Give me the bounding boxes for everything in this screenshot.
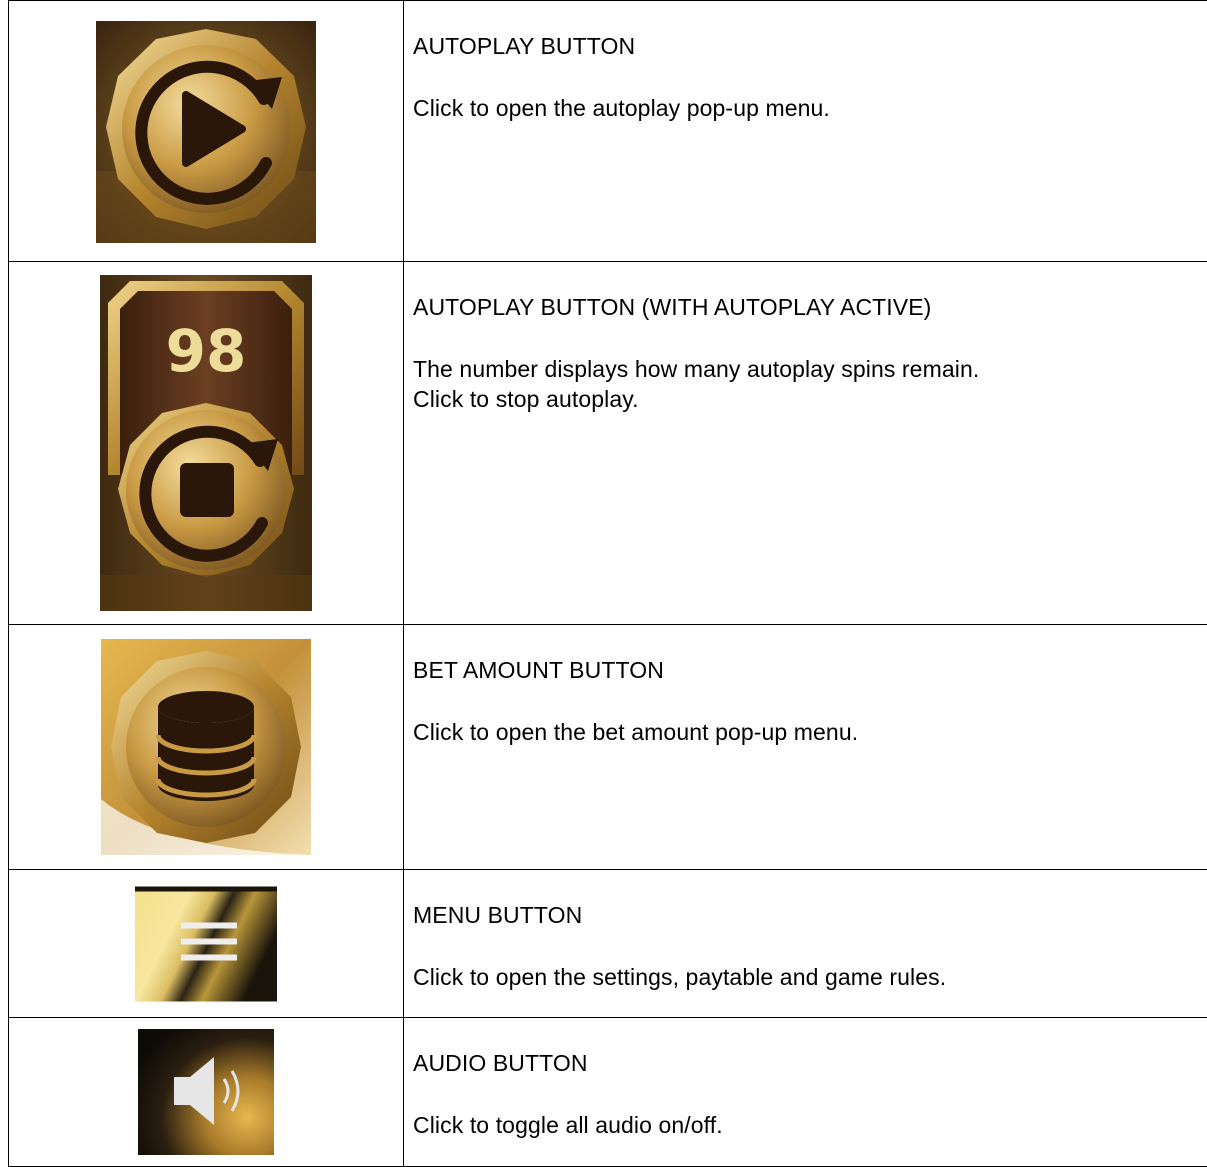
table-row-autoplay: AUTOPLAY BUTTON Click to open the autopl… [9, 1, 1207, 262]
table-row-autoplay-active: 98 AUTOPLAY BUTTON (WITH AUTOPLAY ACTIVE… [9, 262, 1207, 625]
row-description: Click to open the autoplay pop-up menu. [413, 93, 1207, 123]
row-title: AUTOPLAY BUTTON [413, 31, 1207, 61]
description-cell: AUTOPLAY BUTTON (WITH AUTOPLAY ACTIVE) T… [404, 262, 1207, 625]
image-cell [9, 1, 404, 262]
row-title: MENU BUTTON [413, 900, 1207, 930]
menu-icon [135, 886, 277, 1001]
description-cell: MENU BUTTON Click to open the settings, … [404, 870, 1207, 1018]
autoplay-active-button-image: 98 [100, 275, 312, 611]
row-title: AUTOPLAY BUTTON (WITH AUTOPLAY ACTIVE) [413, 292, 1207, 322]
bet-amount-button-image [101, 639, 311, 855]
button-reference-table: AUTOPLAY BUTTON Click to open the autopl… [8, 0, 1207, 1167]
image-cell: 98 [9, 262, 404, 625]
table-row-menu: MENU BUTTON Click to open the settings, … [9, 870, 1207, 1018]
autoplay-active-icon: 98 [100, 275, 312, 611]
row-description: Click to open the settings, paytable and… [413, 962, 1207, 992]
autoplay-button-image [96, 21, 316, 243]
autoplay-icon [96, 21, 316, 243]
autoplay-count-badge: 98 [166, 317, 247, 385]
image-cell [9, 625, 404, 870]
table-row-bet-amount: BET AMOUNT BUTTON Click to open the bet … [9, 625, 1207, 870]
row-description: The number displays how many autoplay sp… [413, 354, 1207, 414]
row-description: Click to open the bet amount pop-up menu… [413, 717, 1207, 747]
audio-button-image [138, 1029, 274, 1155]
audio-icon [138, 1029, 274, 1155]
bet-amount-icon [101, 639, 311, 855]
menu-button-image [135, 886, 277, 1001]
description-line: The number displays how many autoplay sp… [413, 354, 1207, 384]
row-description: Click to toggle all audio on/off. [413, 1110, 1207, 1140]
description-line: Click to stop autoplay. [413, 384, 1207, 414]
description-line: Click to toggle all audio on/off. [413, 1110, 1207, 1140]
description-cell: AUTOPLAY BUTTON Click to open the autopl… [404, 1, 1207, 262]
image-cell [9, 870, 404, 1018]
row-title: AUDIO BUTTON [413, 1048, 1207, 1078]
description-line: Click to open the autoplay pop-up menu. [413, 93, 1207, 123]
description-line: Click to open the bet amount pop-up menu… [413, 717, 1207, 747]
table-row-audio: AUDIO BUTTON Click to toggle all audio o… [9, 1018, 1207, 1167]
description-cell: AUDIO BUTTON Click to toggle all audio o… [404, 1018, 1207, 1167]
description-cell: BET AMOUNT BUTTON Click to open the bet … [404, 625, 1207, 870]
description-line: Click to open the settings, paytable and… [413, 962, 1207, 992]
image-cell [9, 1018, 404, 1167]
row-title: BET AMOUNT BUTTON [413, 655, 1207, 685]
